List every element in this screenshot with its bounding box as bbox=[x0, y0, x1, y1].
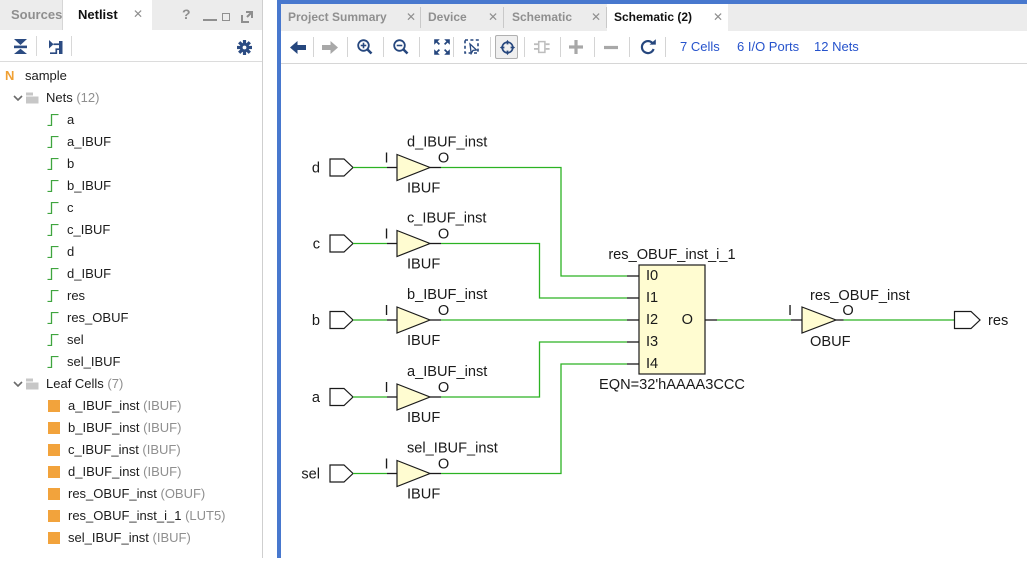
svg-text:b_IBUF_inst: b_IBUF_inst bbox=[407, 287, 487, 303]
svg-text:IBUF: IBUF bbox=[407, 257, 440, 273]
svg-text:a: a bbox=[312, 390, 321, 406]
svg-text:O: O bbox=[438, 380, 449, 396]
svg-text:d: d bbox=[312, 161, 320, 177]
svg-text:O: O bbox=[438, 303, 449, 319]
svg-text:I: I bbox=[384, 303, 388, 319]
svg-text:sel_IBUF_inst: sel_IBUF_inst bbox=[407, 441, 498, 457]
svg-text:res: res bbox=[988, 313, 1008, 329]
svg-text:I: I bbox=[788, 303, 792, 319]
svg-text:b: b bbox=[312, 313, 320, 329]
svg-text:IBUF: IBUF bbox=[407, 181, 440, 197]
svg-text:IBUF: IBUF bbox=[407, 410, 440, 426]
svg-text:c_IBUF_inst: c_IBUF_inst bbox=[407, 211, 486, 227]
svg-text:I4: I4 bbox=[646, 356, 658, 372]
svg-text:I: I bbox=[384, 227, 388, 243]
svg-text:I: I bbox=[384, 457, 388, 473]
svg-text:O: O bbox=[842, 303, 853, 319]
svg-text:O: O bbox=[682, 312, 693, 328]
svg-text:EQN=32'hAAAA3CCC: EQN=32'hAAAA3CCC bbox=[599, 377, 745, 393]
svg-text:IBUF: IBUF bbox=[407, 487, 440, 503]
svg-text:a_IBUF_inst: a_IBUF_inst bbox=[407, 364, 487, 380]
svg-text:res_OBUF_inst_i_1: res_OBUF_inst_i_1 bbox=[608, 247, 735, 263]
svg-text:O: O bbox=[438, 227, 449, 243]
svg-text:IBUF: IBUF bbox=[407, 333, 440, 349]
svg-text:O: O bbox=[438, 457, 449, 473]
svg-text:O: O bbox=[438, 151, 449, 167]
svg-text:c: c bbox=[313, 237, 320, 253]
svg-text:sel: sel bbox=[301, 467, 320, 483]
svg-text:I2: I2 bbox=[646, 312, 658, 328]
svg-text:res_OBUF_inst: res_OBUF_inst bbox=[810, 288, 910, 304]
svg-text:I: I bbox=[384, 151, 388, 167]
svg-text:I0: I0 bbox=[646, 268, 658, 284]
svg-text:d_IBUF_inst: d_IBUF_inst bbox=[407, 135, 487, 151]
svg-text:OBUF: OBUF bbox=[810, 334, 851, 350]
svg-text:I3: I3 bbox=[646, 334, 658, 350]
svg-text:I1: I1 bbox=[646, 290, 658, 306]
svg-text:I: I bbox=[384, 380, 388, 396]
